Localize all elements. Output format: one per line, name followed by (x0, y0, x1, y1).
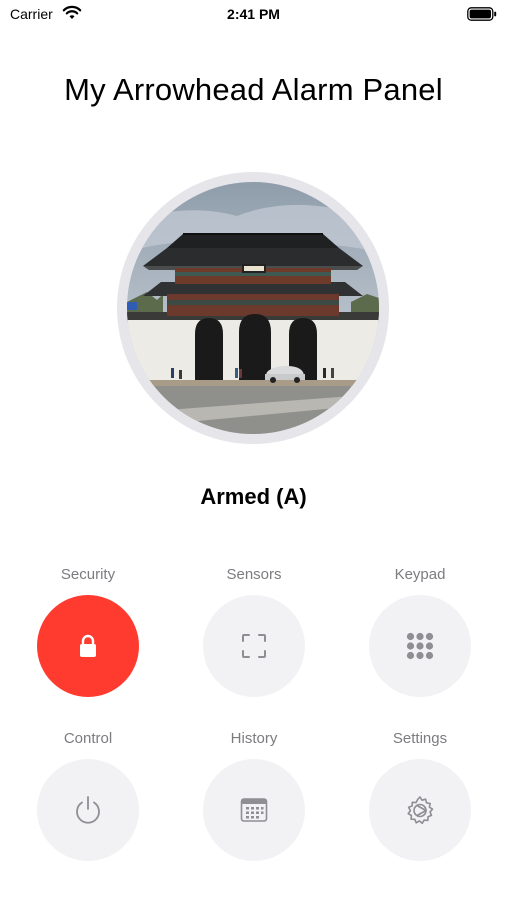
gear-icon (407, 796, 434, 825)
control-button[interactable] (37, 759, 139, 861)
power-icon (76, 796, 100, 824)
scan-frame-icon (242, 634, 266, 658)
status-time: 2:41 PM (227, 6, 280, 22)
tile-keypad: Keypad (369, 565, 471, 697)
armed-status: Armed (A) (200, 484, 307, 509)
lock-icon (80, 634, 96, 657)
panel-photo-frame (117, 172, 389, 444)
tile-history: History (203, 729, 305, 861)
tile-sensors: Sensors (203, 565, 305, 697)
tile-label-sensors: Sensors (226, 566, 282, 583)
status-bar: Carrier 2:41 PM (0, 0, 507, 30)
calendar-icon (240, 798, 268, 822)
panel-photo (127, 182, 379, 434)
tile-security: Security (37, 565, 139, 697)
history-button[interactable] (203, 759, 305, 861)
tile-label-control: Control (63, 730, 113, 747)
page-title: My Arrowhead Alarm Panel (64, 72, 443, 107)
battery-icon (467, 7, 497, 21)
security-button[interactable] (37, 595, 139, 697)
sensors-button[interactable] (203, 595, 305, 697)
tile-label-keypad: Keypad (394, 566, 446, 583)
tile-settings: Settings (369, 729, 471, 861)
keypad-grid-icon (406, 632, 434, 660)
palace-gate-image (127, 182, 379, 434)
tile-label-security: Security (60, 566, 116, 583)
tile-label-history: History (230, 730, 278, 747)
settings-button[interactable] (369, 759, 471, 861)
keypad-button[interactable] (369, 595, 471, 697)
tile-label-settings: Settings (392, 730, 448, 747)
tile-control: Control (37, 729, 139, 861)
